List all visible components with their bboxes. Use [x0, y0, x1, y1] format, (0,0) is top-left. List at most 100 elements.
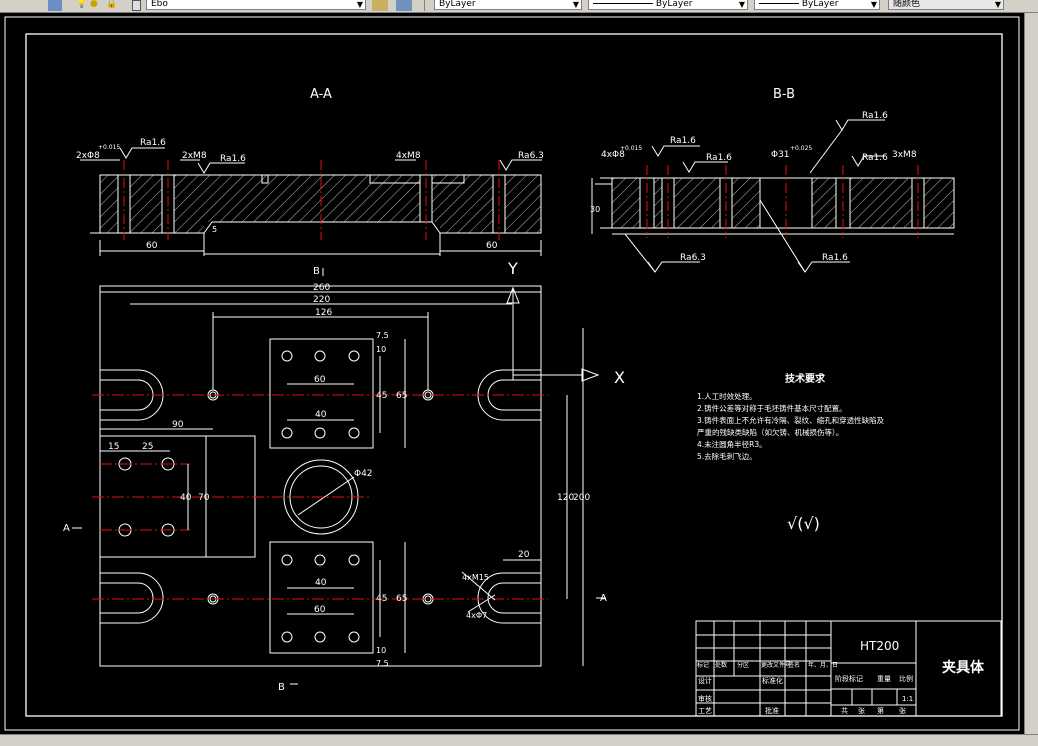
dim-90: 90 [172, 420, 184, 430]
color-square-icon[interactable] [132, 0, 141, 11]
dim-40a: 40 [315, 410, 327, 420]
linetype-dropdown[interactable]: ByLayer ▼ [588, 0, 748, 10]
plotstyle-dropdown[interactable]: 随颜色 ▼ [888, 0, 1004, 10]
dim-60a: 60 [146, 241, 158, 251]
dim-10b: 10 [376, 646, 386, 655]
tb-standardize: 标准化 [762, 676, 783, 685]
dim-65b: 65 [396, 594, 407, 604]
tb-row-label-5: 签名 [788, 661, 800, 669]
tb-review: 审核 [698, 694, 712, 703]
dim-4x: 4xΦ7 [466, 611, 487, 620]
tb-sheet2: 张 [899, 706, 906, 715]
section-a-right: A [600, 593, 607, 604]
tb-sheet: 张 [858, 706, 865, 715]
tech-req-line-6: 5.去除毛刺飞边。 [697, 451, 757, 461]
bb-ra16a: Ra1.6 [670, 136, 696, 146]
make-current-layer-icon[interactable] [372, 0, 388, 11]
dim-200: 200 [573, 493, 590, 503]
bb-m8: 3xM8 [892, 150, 917, 160]
tb-row-label-6: 年、月、日 [808, 661, 838, 669]
section-aa [90, 174, 542, 255]
vertical-scrollbar[interactable] [1024, 13, 1038, 734]
cad-drawing: A-A B-B 2xΦ8 +0.015 Ra1.6 2xM8 Ra1.6 4xM… [4, 16, 1020, 731]
dim-25: 25 [142, 442, 153, 452]
section-a-left: A [63, 523, 70, 534]
lineweight-dropdown[interactable]: ByLayer ▼ [754, 0, 880, 10]
aa-4xm8: 4xM8 [396, 151, 421, 161]
chevron-down-icon: ▼ [356, 0, 363, 9]
section-aa-title: A-A [310, 87, 332, 102]
bb-phi: Φ31 [771, 150, 790, 160]
dim-4xm15: 4xM15 [462, 573, 489, 582]
plotstyle-value: 随颜色 [893, 0, 921, 9]
drawing-canvas[interactable]: A-A B-B 2xΦ8 +0.015 Ra1.6 2xM8 Ra1.6 4xM… [0, 13, 1024, 734]
material-text: HT200 [860, 639, 899, 653]
dim-260: 260 [313, 283, 330, 293]
dim-40v: 40 [180, 493, 192, 503]
bb-tol: +0.015 [620, 145, 642, 152]
section-bb [595, 177, 955, 235]
dim-5: 5 [212, 225, 217, 234]
aa-2xm8: 2xM8 [182, 151, 207, 161]
tb-ratio: 比例 [899, 674, 913, 683]
dim-120: 120 [557, 493, 574, 503]
dim-220: 220 [313, 295, 330, 305]
dim-45b: 45 [376, 594, 387, 604]
tech-req-title: 技术要求 [785, 372, 826, 385]
dim-126: 126 [315, 308, 332, 318]
dim-phi42: Φ42 [354, 469, 373, 479]
layer-dropdown[interactable]: Ebo ▼ [146, 0, 366, 10]
tb-row-label-3: 分区 [737, 661, 749, 669]
bb-ra16c: Ra1.6 [862, 111, 888, 121]
aa-2x-label: 2xΦ8 [76, 151, 100, 161]
color-value: ByLayer [439, 0, 476, 9]
plan-centerlines [92, 394, 548, 600]
chevron-down-icon: ▼ [870, 0, 877, 9]
tb-sheets-total: 共 [841, 706, 848, 715]
tech-req-line-2: 2.铸件公差等对称于毛坯铸件基本尺寸配置。 [697, 403, 847, 413]
aa-ra16b: Ra1.6 [220, 154, 246, 164]
tb-row-label-4: 更改文件号 [761, 661, 791, 669]
dim-7-5b: 7.5 [376, 659, 389, 668]
dim-20: 20 [518, 550, 530, 560]
properties-toolbar: 💡 ● 🔒 Ebo ▼ ByLayer ▼ ByLayer ▼ ByLayer … [0, 0, 1038, 13]
section-b-bottom: B [278, 682, 285, 693]
section-b-top: B [313, 266, 320, 277]
layer-name: Ebo [151, 0, 168, 9]
dim-15: 15 [108, 442, 119, 452]
tb-approve: 批准 [765, 706, 779, 715]
tb-stage-mark: 阶段标记 [835, 674, 863, 683]
x-axis-label: X [614, 368, 625, 387]
dim-7-5a: 7.5 [376, 331, 389, 340]
dim-10a: 10 [376, 345, 386, 354]
bb-ra16b: Ra1.6 [706, 153, 732, 163]
tb-weight: 重量 [877, 675, 891, 683]
bb-tol2: +0.025 [790, 145, 812, 152]
dim-30: 30 [590, 205, 600, 214]
aa-ra63: Ra6.3 [518, 151, 544, 161]
horizontal-scrollbar[interactable] [0, 734, 1038, 746]
layer-state-icon[interactable] [48, 0, 62, 11]
roughness-note: √(√) [787, 514, 820, 533]
lightbulb-icon[interactable]: 💡 [76, 0, 87, 11]
sun-icon[interactable]: ● [90, 0, 99, 11]
dim-60c: 60 [314, 375, 326, 385]
dim-60b: 60 [486, 241, 498, 251]
bb-ra16d: Ra1.6 [862, 153, 888, 163]
tech-req-line-5: 4.未注圆角半径R3。 [697, 439, 767, 449]
chevron-down-icon: ▼ [572, 0, 579, 9]
layer-previous-icon[interactable] [396, 0, 412, 11]
lock-icon[interactable]: 🔒 [106, 0, 117, 11]
chevron-down-icon: ▼ [738, 0, 745, 9]
tb-row-label-2: 处数 [715, 661, 727, 669]
aa-ra16a: Ra1.6 [140, 138, 166, 148]
tech-req-line-1: 1.人工时效处理。 [697, 391, 757, 401]
dim-70v: 70 [198, 493, 210, 503]
bb-ra63: Ra6.3 [680, 253, 706, 263]
section-bb-title: B-B [773, 87, 795, 102]
bb-ra16e: Ra1.6 [822, 253, 848, 263]
dim-45a: 45 [376, 391, 387, 401]
linetype-value: ByLayer [655, 0, 693, 9]
color-dropdown[interactable]: ByLayer ▼ [434, 0, 582, 10]
dim-65a: 65 [396, 391, 407, 401]
